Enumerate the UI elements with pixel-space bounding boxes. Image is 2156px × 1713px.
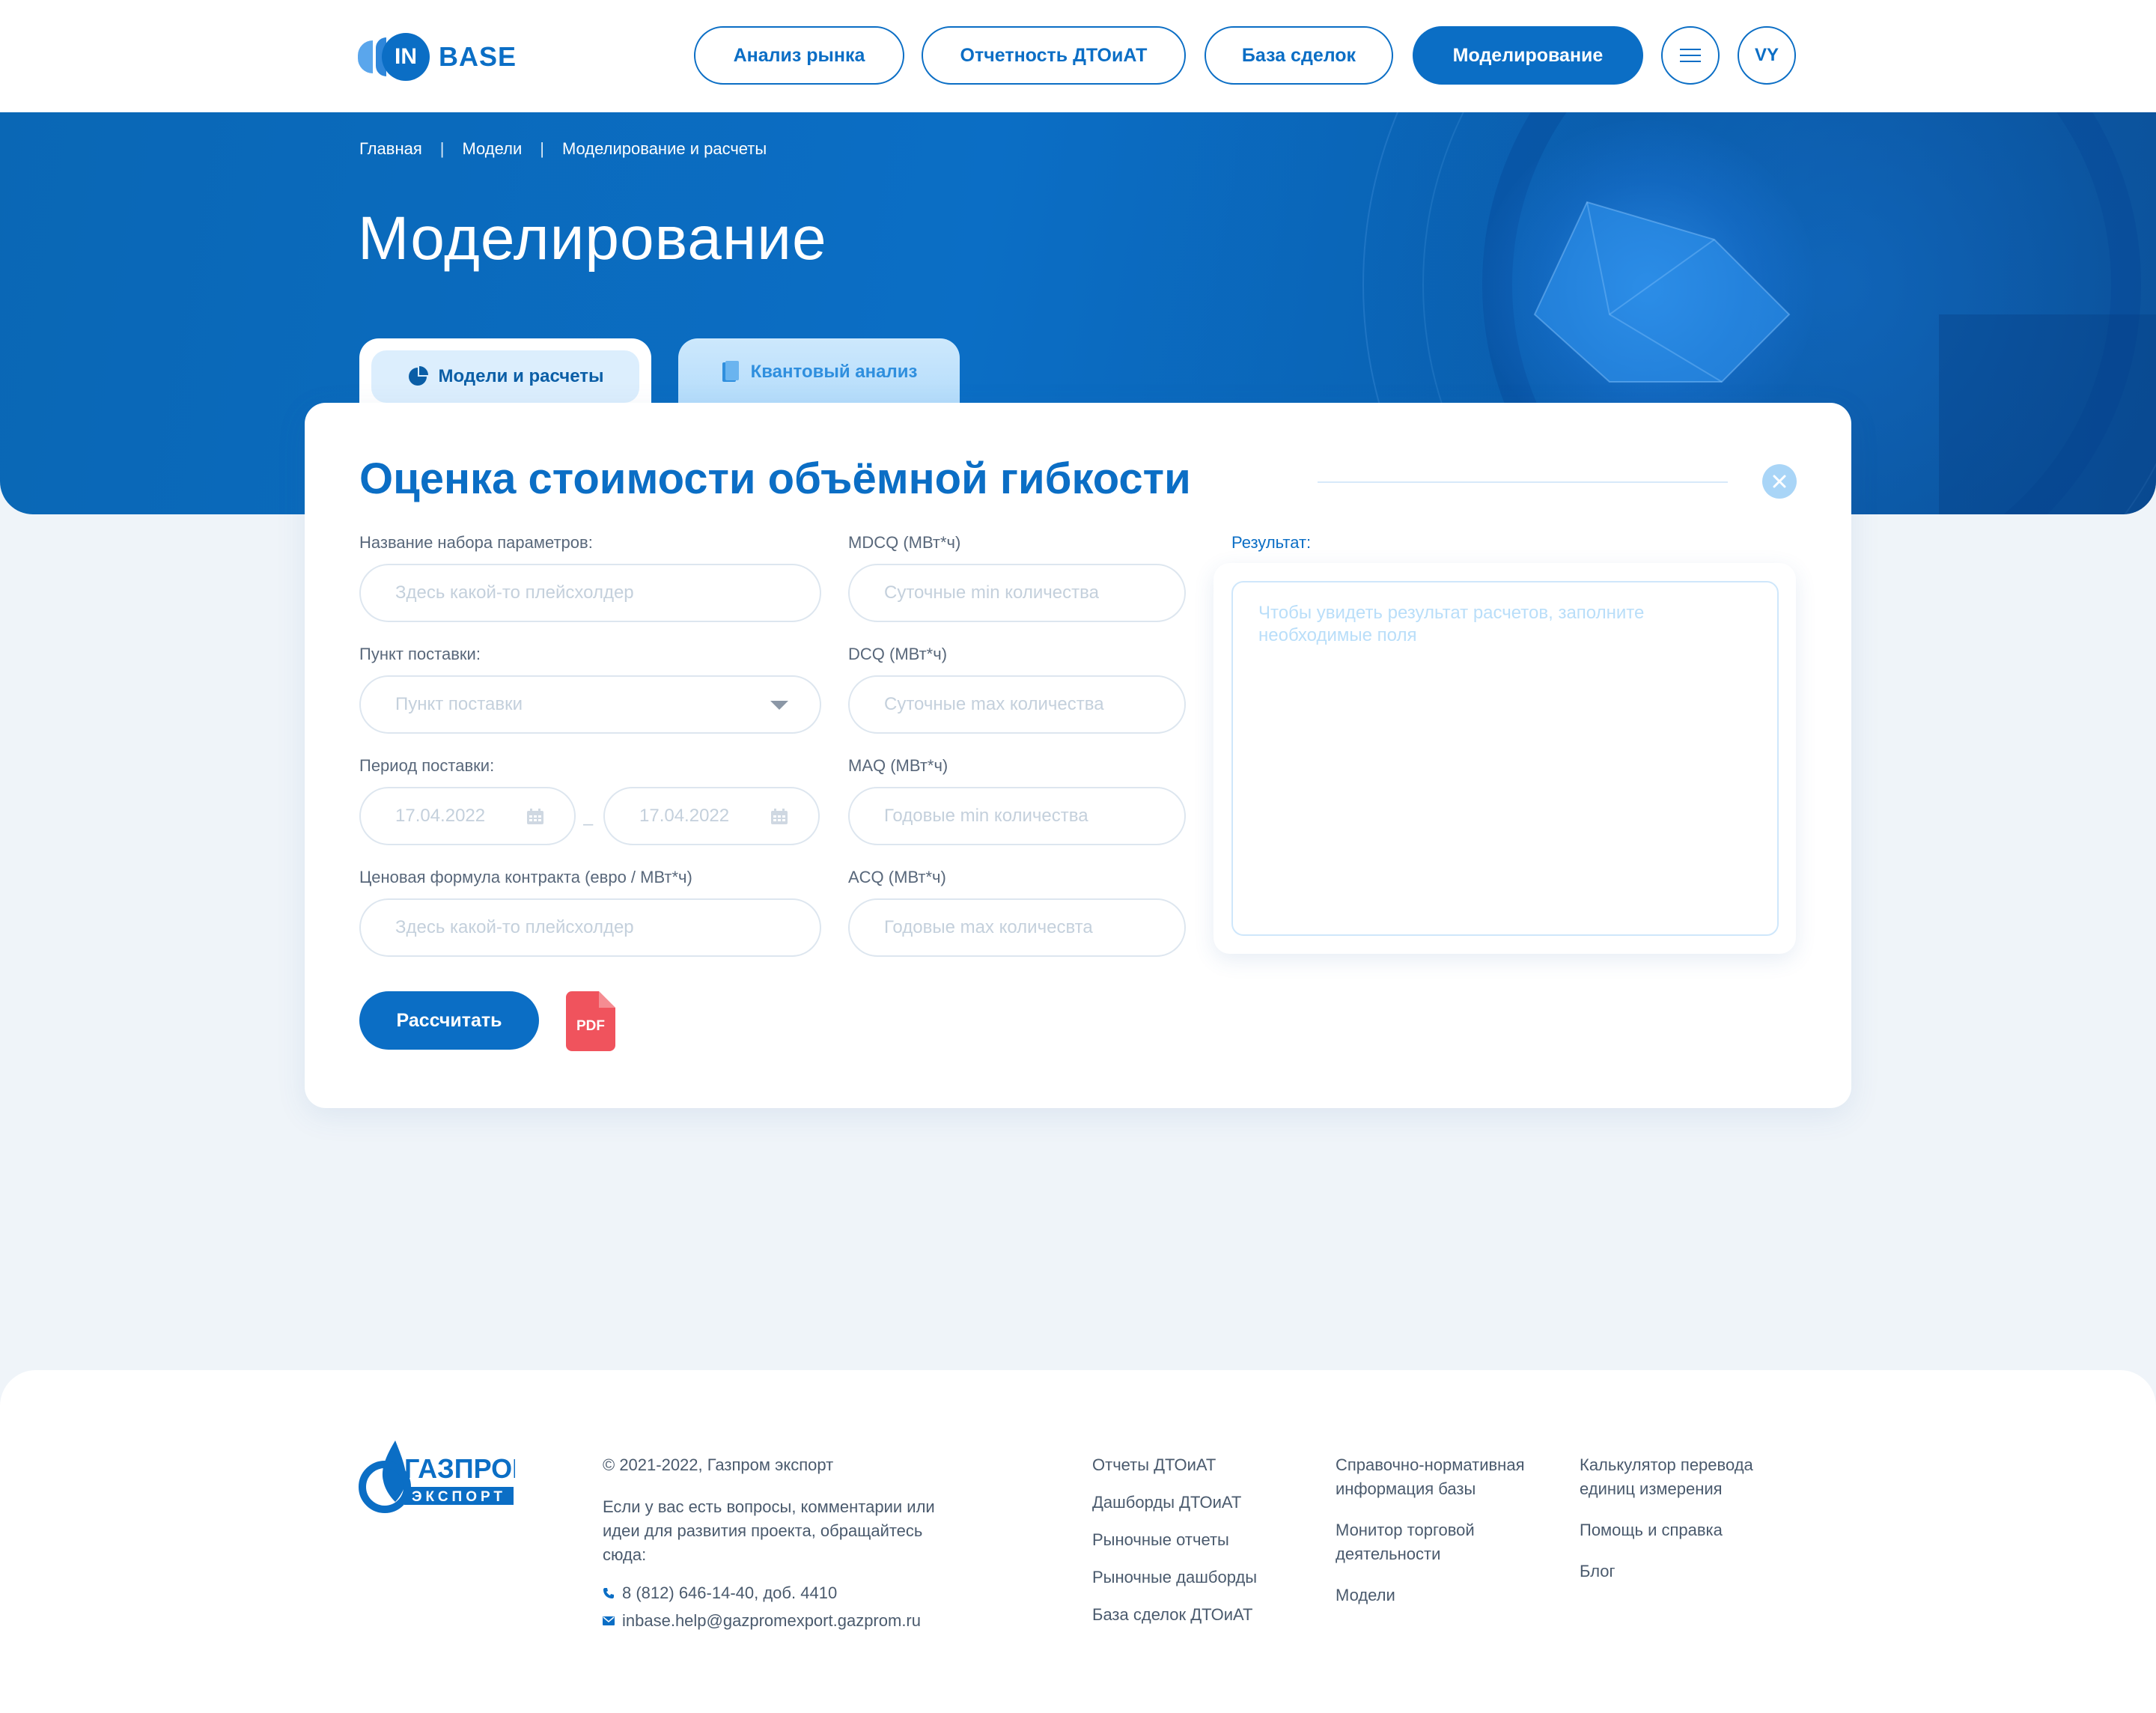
- dcq-input[interactable]: Суточные max количества: [848, 675, 1186, 734]
- footer-link[interactable]: Монитор торговой деятельности: [1336, 1518, 1530, 1566]
- gazprom-logo-bottom-text: ЭКСПОРТ: [412, 1489, 506, 1505]
- delivery-point-select[interactable]: Пункт поставки: [359, 675, 821, 734]
- logo-in-badge: IN: [382, 33, 430, 81]
- menu-button[interactable]: [1661, 26, 1720, 85]
- breadcrumb-models[interactable]: Модели: [462, 139, 522, 159]
- close-icon: [1773, 475, 1786, 488]
- footer-link[interactable]: Справочно-нормативная информация базы: [1336, 1453, 1560, 1501]
- footer-link[interactable]: Помощь и справка: [1580, 1518, 1723, 1542]
- breadcrumb-separator: |: [540, 139, 544, 158]
- mdcq-label: MDCQ (МВт*ч): [848, 533, 961, 552]
- book-icon: [722, 361, 739, 382]
- result-textarea[interactable]: Чтобы увидеть результат расчетов, заполн…: [1231, 581, 1779, 936]
- nav-modeling[interactable]: Моделирование: [1413, 26, 1643, 85]
- dcq-label: DCQ (МВт*ч): [848, 645, 948, 663]
- param-set-input[interactable]: Здесь какой-то плейсхолдер: [359, 564, 821, 622]
- acq-placeholder: Годовые max количесвта: [884, 917, 1093, 937]
- date-to-input[interactable]: 17.04.2022: [603, 787, 820, 845]
- mail-icon: [603, 1616, 615, 1625]
- price-formula-input[interactable]: Здесь какой-то плейсхолдер: [359, 898, 821, 957]
- footer-link[interactable]: База сделок ДТОиАТ: [1092, 1603, 1252, 1627]
- mdcq-placeholder: Суточные min количества: [884, 582, 1099, 603]
- logo-wordmark: BASE: [439, 41, 517, 72]
- delivery-point-label: Пункт поставки:: [359, 645, 481, 663]
- param-set-label: Название набора параметров:: [359, 533, 593, 552]
- tab-models-calculations[interactable]: Модели и расчеты: [371, 350, 639, 403]
- breadcrumb-current: Моделирование и расчеты: [561, 139, 767, 158]
- page-title: Моделирование: [358, 204, 827, 273]
- acq-input[interactable]: Годовые max количесвта: [848, 898, 1186, 957]
- pie-chart-icon: [408, 366, 428, 386]
- calendar-icon: [527, 809, 543, 824]
- footer-email[interactable]: inbase.help@gazpromexport.gazprom.ru: [603, 1609, 921, 1633]
- user-avatar-button[interactable]: VY: [1738, 26, 1796, 85]
- maq-input[interactable]: Годовые min количества: [848, 787, 1186, 845]
- footer-contact-text: Если у вас есть вопросы, комментарии или…: [603, 1497, 935, 1564]
- pdf-download-button[interactable]: PDF: [566, 991, 615, 1055]
- pdf-label: PDF: [576, 1018, 605, 1034]
- breadcrumb-home[interactable]: Главная: [359, 139, 422, 159]
- gazprom-flame-logo: ГАЗПРОМ ЭКСПОРТ: [359, 1440, 535, 1513]
- footer-phone-text: 8 (812) 646-14-40, доб. 4410: [622, 1583, 838, 1602]
- footer-link[interactable]: Дашборды ДТОиАТ: [1092, 1491, 1241, 1515]
- date-to-value: 17.04.2022: [639, 806, 730, 826]
- close-button[interactable]: [1762, 464, 1797, 499]
- footer-copyright: © 2021-2022, Газпром экспорт: [603, 1455, 834, 1474]
- date-range-separator: –: [583, 814, 594, 834]
- calendar-icon: [771, 809, 788, 824]
- logo-arc-outer: [358, 40, 373, 73]
- calculate-button[interactable]: Рассчитать: [359, 991, 539, 1050]
- result-placeholder: Чтобы увидеть результат расчетов, заполн…: [1258, 603, 1645, 645]
- result-label: Результат:: [1231, 533, 1312, 552]
- param-set-placeholder: Здесь какой-то плейсхолдер: [395, 582, 634, 603]
- breadcrumb: Главная | Модели | Моделирование и расче…: [359, 139, 767, 159]
- title-divider: [1318, 481, 1728, 483]
- nav-dtoiat-reports[interactable]: Отчетность ДТОиАТ: [922, 26, 1186, 85]
- date-from-input[interactable]: 17.04.2022: [359, 787, 576, 845]
- footer-link[interactable]: Калькулятор перевода единиц измерения: [1580, 1453, 1797, 1501]
- delivery-period-label: Период поставки:: [359, 756, 495, 775]
- gazprom-export-logo[interactable]: ГАЗПРОМ ЭКСПОРТ: [358, 1433, 535, 1519]
- footer-link[interactable]: Блог: [1580, 1560, 1616, 1583]
- footer-link[interactable]: Отчеты ДТОиАТ: [1092, 1453, 1216, 1477]
- nav-deals-database[interactable]: База сделок: [1205, 26, 1393, 85]
- price-formula-placeholder: Здесь какой-то плейсхолдер: [395, 917, 634, 937]
- date-from-value: 17.04.2022: [395, 806, 486, 826]
- maq-label: MAQ (МВт*ч): [848, 756, 948, 775]
- footer-link[interactable]: Рыночные отчеты: [1092, 1528, 1229, 1552]
- footer-link[interactable]: Модели: [1336, 1583, 1395, 1607]
- nav-market-analysis[interactable]: Анализ рынка: [694, 26, 904, 85]
- maq-placeholder: Годовые min количества: [884, 806, 1088, 826]
- breadcrumb-separator: |: [439, 139, 445, 158]
- tab-models-label: Модели и расчеты: [438, 366, 604, 386]
- footer-phone[interactable]: 8 (812) 646-14-40, доб. 4410: [603, 1581, 837, 1605]
- tab-quantum-analysis[interactable]: Квантовый анализ: [678, 338, 960, 406]
- footer: [0, 1370, 2156, 1713]
- top-navbar: IN BASE Анализ рынка Отчетность ДТОиАТ Б…: [0, 0, 2156, 112]
- price-formula-label: Ценовая формула контракта (евро / МВт*ч): [359, 868, 692, 886]
- pdf-file-icon: PDF: [566, 991, 615, 1051]
- form-title: Оценка стоимости объёмной гибкости: [359, 454, 1191, 503]
- gazprom-logo-top-text: ГАЗПРОМ: [404, 1453, 515, 1484]
- footer-link[interactable]: Рыночные дашборды: [1092, 1566, 1257, 1589]
- phone-icon: [603, 1588, 614, 1598]
- tab-quantum-label: Квантовый анализ: [750, 362, 918, 382]
- mdcq-input[interactable]: Суточные min количества: [848, 564, 1186, 622]
- hamburger-icon: [1680, 44, 1701, 67]
- acq-label: ACQ (МВт*ч): [848, 868, 946, 886]
- dcq-placeholder: Суточные max количества: [884, 694, 1104, 714]
- chevron-down-icon: [770, 701, 788, 710]
- inbase-logo[interactable]: IN BASE: [358, 33, 517, 81]
- footer-email-text: inbase.help@gazpromexport.gazprom.ru: [622, 1611, 921, 1630]
- delivery-point-placeholder: Пункт поставки: [395, 694, 523, 714]
